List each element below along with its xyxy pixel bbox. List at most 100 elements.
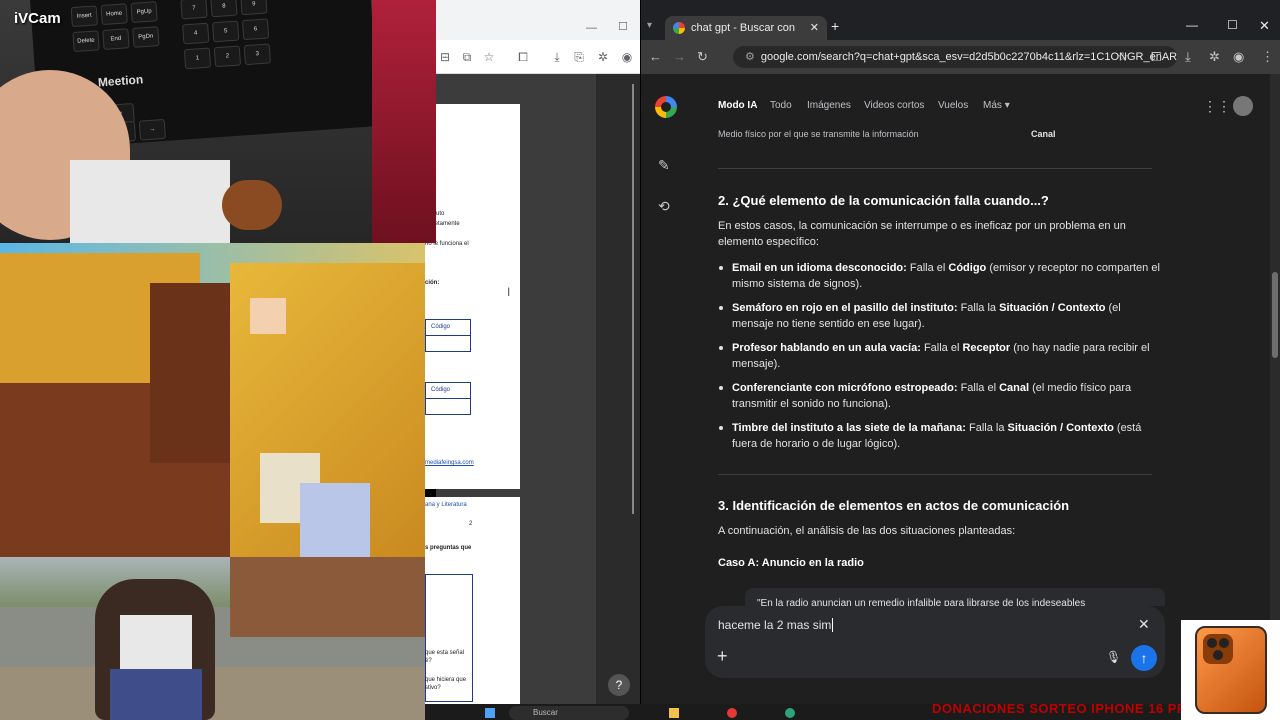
text-cursor-icon: I [507,285,511,299]
add-attachment-icon[interactable]: + [717,646,728,667]
caso-a-heading: Caso A: Anuncio en la radio [718,557,864,569]
phone-image [1195,626,1267,714]
bullet-dot [719,306,723,310]
bookmark-icon[interactable]: ☆ [1117,50,1129,64]
tab-chat-gpt[interactable]: chat gpt - Buscar con Google ✕ [665,16,827,58]
chat-input[interactable]: haceme la 2 mas sim [718,618,834,632]
clear-input-icon[interactable]: ✕ [1138,616,1150,633]
download-icon[interactable]: ⤓ [550,50,564,64]
left-tab-bar [436,0,640,40]
character-shirt [120,615,192,675]
bullet-dot [719,266,723,270]
install-icon[interactable]: ⧉ [460,50,474,64]
extension-puzzle-icon[interactable]: ✲ [596,50,610,64]
doc-page-2: ana y Literatura 2 s preguntas que que e… [425,497,520,704]
quote-block: "En la radio anuncian un remedio infalib… [745,588,1165,606]
profile-icon[interactable]: ◉ [620,50,634,64]
share-icon[interactable]: ⎘ [572,50,586,64]
text-caret [832,618,834,632]
google-favicon-icon [673,22,685,34]
phone-promo [1181,620,1280,720]
bookmark-star-icon[interactable]: ☆ [482,50,496,64]
address-bar[interactable]: ⚙ google.com/search?q=chat+gpt&sca_esv=d2… [733,46,1177,68]
apps-grid-icon[interactable]: ⋮⋮ [1203,99,1231,113]
extensions-icon[interactable]: ⧠ [516,50,530,64]
divider [718,474,1152,475]
webcam-keyboard-view: Insert Home PgUp 7 8 9 Delete End PgDn 4… [0,0,436,243]
google-logo-icon[interactable] [655,96,677,118]
maximize-window-icon[interactable]: ☐ [1227,18,1238,32]
maximize-icon[interactable]: ☐ [618,20,628,33]
tab-close-icon[interactable]: ✕ [810,16,819,40]
nav-mas[interactable]: Más ▾ [983,100,1010,111]
doc-table-2-header: Código [426,383,470,399]
game-view-voxel [0,243,425,557]
paper [70,160,230,243]
page-scrollbar-thumb[interactable] [1272,272,1278,358]
section-2-title: 2. ¿Qué elemento de la comunicación fall… [718,193,1049,208]
extensions-icon[interactable]: ⧠ [1151,50,1161,64]
chrome-icon[interactable] [727,708,737,718]
donation-ticker: DONACIONES SORTEO IPHONE 16 PRO [932,701,1198,716]
section-3-intro: A continuación, el análisis de las dos s… [718,525,1016,537]
wooden-object [222,180,282,230]
reload-icon[interactable]: ↻ [697,50,708,64]
nav-vuelos[interactable]: Vuelos [938,100,968,111]
menu-icon[interactable]: ⋮ [1261,50,1274,64]
doc-page-1: nstituto mpletamente no le funciona el c… [425,104,520,489]
nav-todo[interactable]: Todo [770,100,792,111]
windows-start-icon[interactable] [485,708,495,718]
doc-text-5: s preguntas que [425,545,472,551]
doc-text-7: é? [425,658,432,664]
chevron-down-icon: ▾ [1004,100,1010,111]
doc-table-2: Código [425,382,471,415]
nav-imagenes[interactable]: Imágenes [807,100,851,111]
address-url: google.com/search?q=chat+gpt&sca_esv=d2d… [760,51,1177,63]
right-browser-window: ▾ chat gpt - Buscar con Google ✕ + — ☐ ✕… [641,0,1280,704]
close-window-icon[interactable]: ✕ [1259,18,1270,34]
viewer-scrollbar[interactable] [632,84,634,514]
doc-text-6: que esta señal [425,650,465,656]
list-item: Profesor hablando en un aula vacía: Fall… [732,342,1150,370]
send-button[interactable]: ↑ [1131,645,1157,671]
doc-link[interactable]: mediafeingsa.com [425,460,474,466]
cut-table-cell-left: Medio físico por el que se transmite la … [718,129,919,139]
minimize-window-icon[interactable]: — [1186,18,1198,32]
profile-avatar-icon[interactable]: ◉ [1233,50,1244,64]
ai-answer-area: Medio físico por el que se transmite la … [641,122,1280,606]
file-explorer-icon[interactable] [669,708,679,718]
doc-text-8: que hiciera que [425,677,467,683]
tab-list-icon[interactable]: ▾ [647,20,652,31]
nav-videos-cortos[interactable]: Videos cortos [864,100,924,111]
keyboard-brand: Meetion [97,72,144,90]
new-tab-icon[interactable]: + [831,18,839,34]
taskbar-search-label: Buscar [533,708,558,717]
doc-text-9: stivo? [425,685,441,691]
microphone-icon[interactable]: 🎙 [1106,650,1121,664]
decoration [372,0,436,243]
taskbar-search[interactable]: Buscar [509,706,629,720]
extension-icon[interactable]: ✲ [1209,50,1220,64]
left-browser-window: — ☐ ⊟ ⧉ ☆ ⧠ ⤓ ⎘ ✲ ◉ nstituto mpletamente… [425,0,640,704]
arrow-up-icon: ↑ [1140,650,1148,666]
game-view-street [0,557,425,720]
doc-page-num: 2 [469,521,473,527]
edge-icon[interactable] [785,708,795,718]
account-avatar[interactable] [1233,96,1253,116]
character-pants [110,669,202,720]
list-item: Semáforo en rojo en el pasillo del insti… [732,302,1121,330]
downloads-icon[interactable]: ⤓ [1185,50,1191,64]
cut-table-cell-right: Canal [1031,129,1056,139]
forward-icon[interactable]: → [673,50,686,64]
help-icon[interactable]: ? [608,674,630,696]
nav-modo-ia[interactable]: Modo IA [718,100,757,111]
bullet-dot [719,426,723,430]
list-item: Timbre del instituto a las siete de la m… [732,422,1142,450]
minimize-icon[interactable]: — [586,22,597,34]
page-scrollbar-track[interactable] [1270,74,1280,704]
screenshot-icon[interactable]: ⊟ [438,50,452,64]
site-info-icon[interactable]: ⚙ [745,51,755,63]
nav-mas-label: Más [983,100,1002,111]
bullet-dot [719,386,723,390]
back-icon[interactable]: ← [649,50,662,64]
